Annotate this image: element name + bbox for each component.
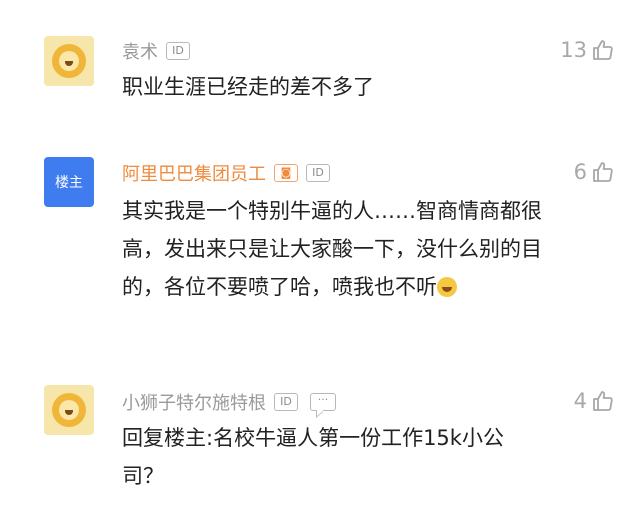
thumbs-up-icon xyxy=(593,162,613,182)
like-button[interactable]: 4 xyxy=(574,389,615,413)
like-button[interactable]: 13 xyxy=(560,38,615,62)
id-badge: ID xyxy=(306,164,330,182)
author-name[interactable]: 袁术 xyxy=(122,38,158,64)
author-row: 袁术 ID xyxy=(122,38,190,64)
comment-body: 其实我是一个特别牛逼的人……智商情商都很高，发出来只是让大家酸一下，没什么别的目… xyxy=(122,199,542,299)
owner-label: 楼主 xyxy=(55,175,83,191)
chat-bubble-icon: ··· xyxy=(310,393,336,411)
lion-avatar-icon xyxy=(52,44,86,78)
like-count: 6 xyxy=(573,160,587,184)
thumbs-up-icon xyxy=(593,40,613,60)
lion-avatar-icon xyxy=(52,393,86,427)
id-badge: ID xyxy=(274,393,298,411)
staff-badge: ◙ xyxy=(274,164,298,182)
like-count: 13 xyxy=(560,38,587,62)
comment-text: 职业生涯已经走的差不多了 xyxy=(122,75,374,99)
like-button[interactable]: 6 xyxy=(574,160,615,184)
author-row: 小狮子特尔施特根 ID ··· xyxy=(122,389,336,415)
like-count: 4 xyxy=(573,389,587,413)
thumbs-up-icon xyxy=(593,391,613,411)
author-row: 阿里巴巴集团员工 ◙ ID xyxy=(122,160,330,186)
laughing-emoji-icon xyxy=(437,277,457,297)
id-badge: ID xyxy=(166,42,190,60)
author-name[interactable]: 小狮子特尔施特根 xyxy=(122,389,266,415)
author-name[interactable]: 阿里巴巴集团员工 xyxy=(122,160,266,186)
comment-text: 回复楼主:名校牛逼人第一份工作15k小公司？ xyxy=(122,426,504,488)
avatar[interactable] xyxy=(44,36,94,86)
comment-text: 其实我是一个特别牛逼的人……智商情商都很高，发出来只是让大家酸一下，没什么别的目… xyxy=(122,192,542,306)
avatar[interactable] xyxy=(44,385,94,435)
avatar[interactable]: 楼主 xyxy=(44,157,94,207)
